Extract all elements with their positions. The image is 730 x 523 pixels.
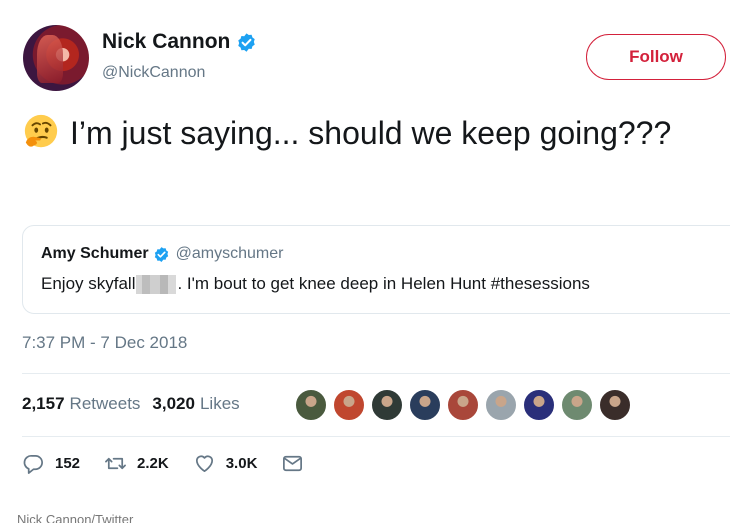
liker-avatar[interactable] — [446, 388, 480, 422]
like-count: 3.0K — [225, 455, 258, 472]
like-action[interactable]: 3.0K — [193, 452, 258, 475]
retweet-icon[interactable] — [104, 452, 127, 475]
avatar[interactable] — [23, 25, 89, 91]
liker-avatar[interactable] — [332, 388, 366, 422]
envelope-icon[interactable] — [281, 452, 304, 475]
retweet-action[interactable]: 2.2K — [104, 452, 169, 475]
reply-action[interactable]: 152 — [22, 452, 80, 475]
likes-count[interactable]: 3,020 — [152, 394, 195, 414]
retweet-count: 2.2K — [137, 455, 169, 472]
quoted-text-end: . I'm bout to get knee deep in Helen Hun… — [177, 274, 590, 293]
tweet-text: I’m just saying... should we keep going?… — [22, 112, 722, 154]
thinking-face-emoji-icon — [24, 114, 58, 148]
message-action[interactable] — [281, 452, 314, 475]
embedded-tweet: Nick Cannon @NickCannon Follow I’m just … — [0, 0, 730, 523]
retweets-label[interactable]: Retweets — [70, 394, 141, 414]
author-name-row: Nick Cannon — [102, 30, 257, 54]
retweets-count[interactable]: 2,157 — [22, 394, 65, 414]
heart-icon[interactable] — [193, 452, 216, 475]
tweet-timestamp[interactable]: 7:37 PM - 7 Dec 2018 — [22, 333, 187, 353]
liker-avatars — [294, 388, 636, 422]
quoted-handle: @amyschumer — [175, 245, 284, 262]
engagement-stats: 2,157 Retweets 3,020 Likes — [22, 394, 252, 414]
liker-avatar[interactable] — [598, 388, 632, 422]
quoted-text-start: Enjoy skyfall — [41, 274, 136, 293]
quoted-tweet[interactable]: Amy Schumer @amyschumer Enjoy skyfall . … — [22, 225, 730, 314]
likes-label[interactable]: Likes — [200, 394, 240, 414]
liker-avatar[interactable] — [484, 388, 518, 422]
follow-button[interactable]: Follow — [586, 34, 726, 80]
reply-icon[interactable] — [22, 452, 45, 475]
liker-avatar[interactable] — [408, 388, 442, 422]
image-caption: Nick Cannon/Twitter — [17, 512, 134, 523]
verified-badge-icon — [238, 32, 256, 52]
quoted-author-row: Amy Schumer @amyschumer — [41, 245, 283, 263]
liker-avatar[interactable] — [560, 388, 594, 422]
tweet-body-text: I’m just saying... should we keep going?… — [70, 115, 672, 151]
liker-avatar[interactable] — [294, 388, 328, 422]
liker-avatar[interactable] — [370, 388, 404, 422]
reply-count: 152 — [55, 455, 81, 472]
divider — [22, 436, 730, 437]
divider — [22, 373, 730, 374]
redacted-block — [136, 274, 177, 294]
verified-badge-icon — [154, 246, 168, 262]
tweet-actions: 152 2.2K 3.0K — [22, 452, 338, 475]
liker-avatar[interactable] — [522, 388, 556, 422]
author-handle[interactable]: @NickCannon — [102, 64, 205, 82]
quoted-text: Enjoy skyfall . I'm bout to get knee dee… — [41, 274, 590, 294]
author-display-name[interactable]: Nick Cannon — [102, 30, 230, 54]
quoted-display-name: Amy Schumer — [41, 245, 149, 262]
